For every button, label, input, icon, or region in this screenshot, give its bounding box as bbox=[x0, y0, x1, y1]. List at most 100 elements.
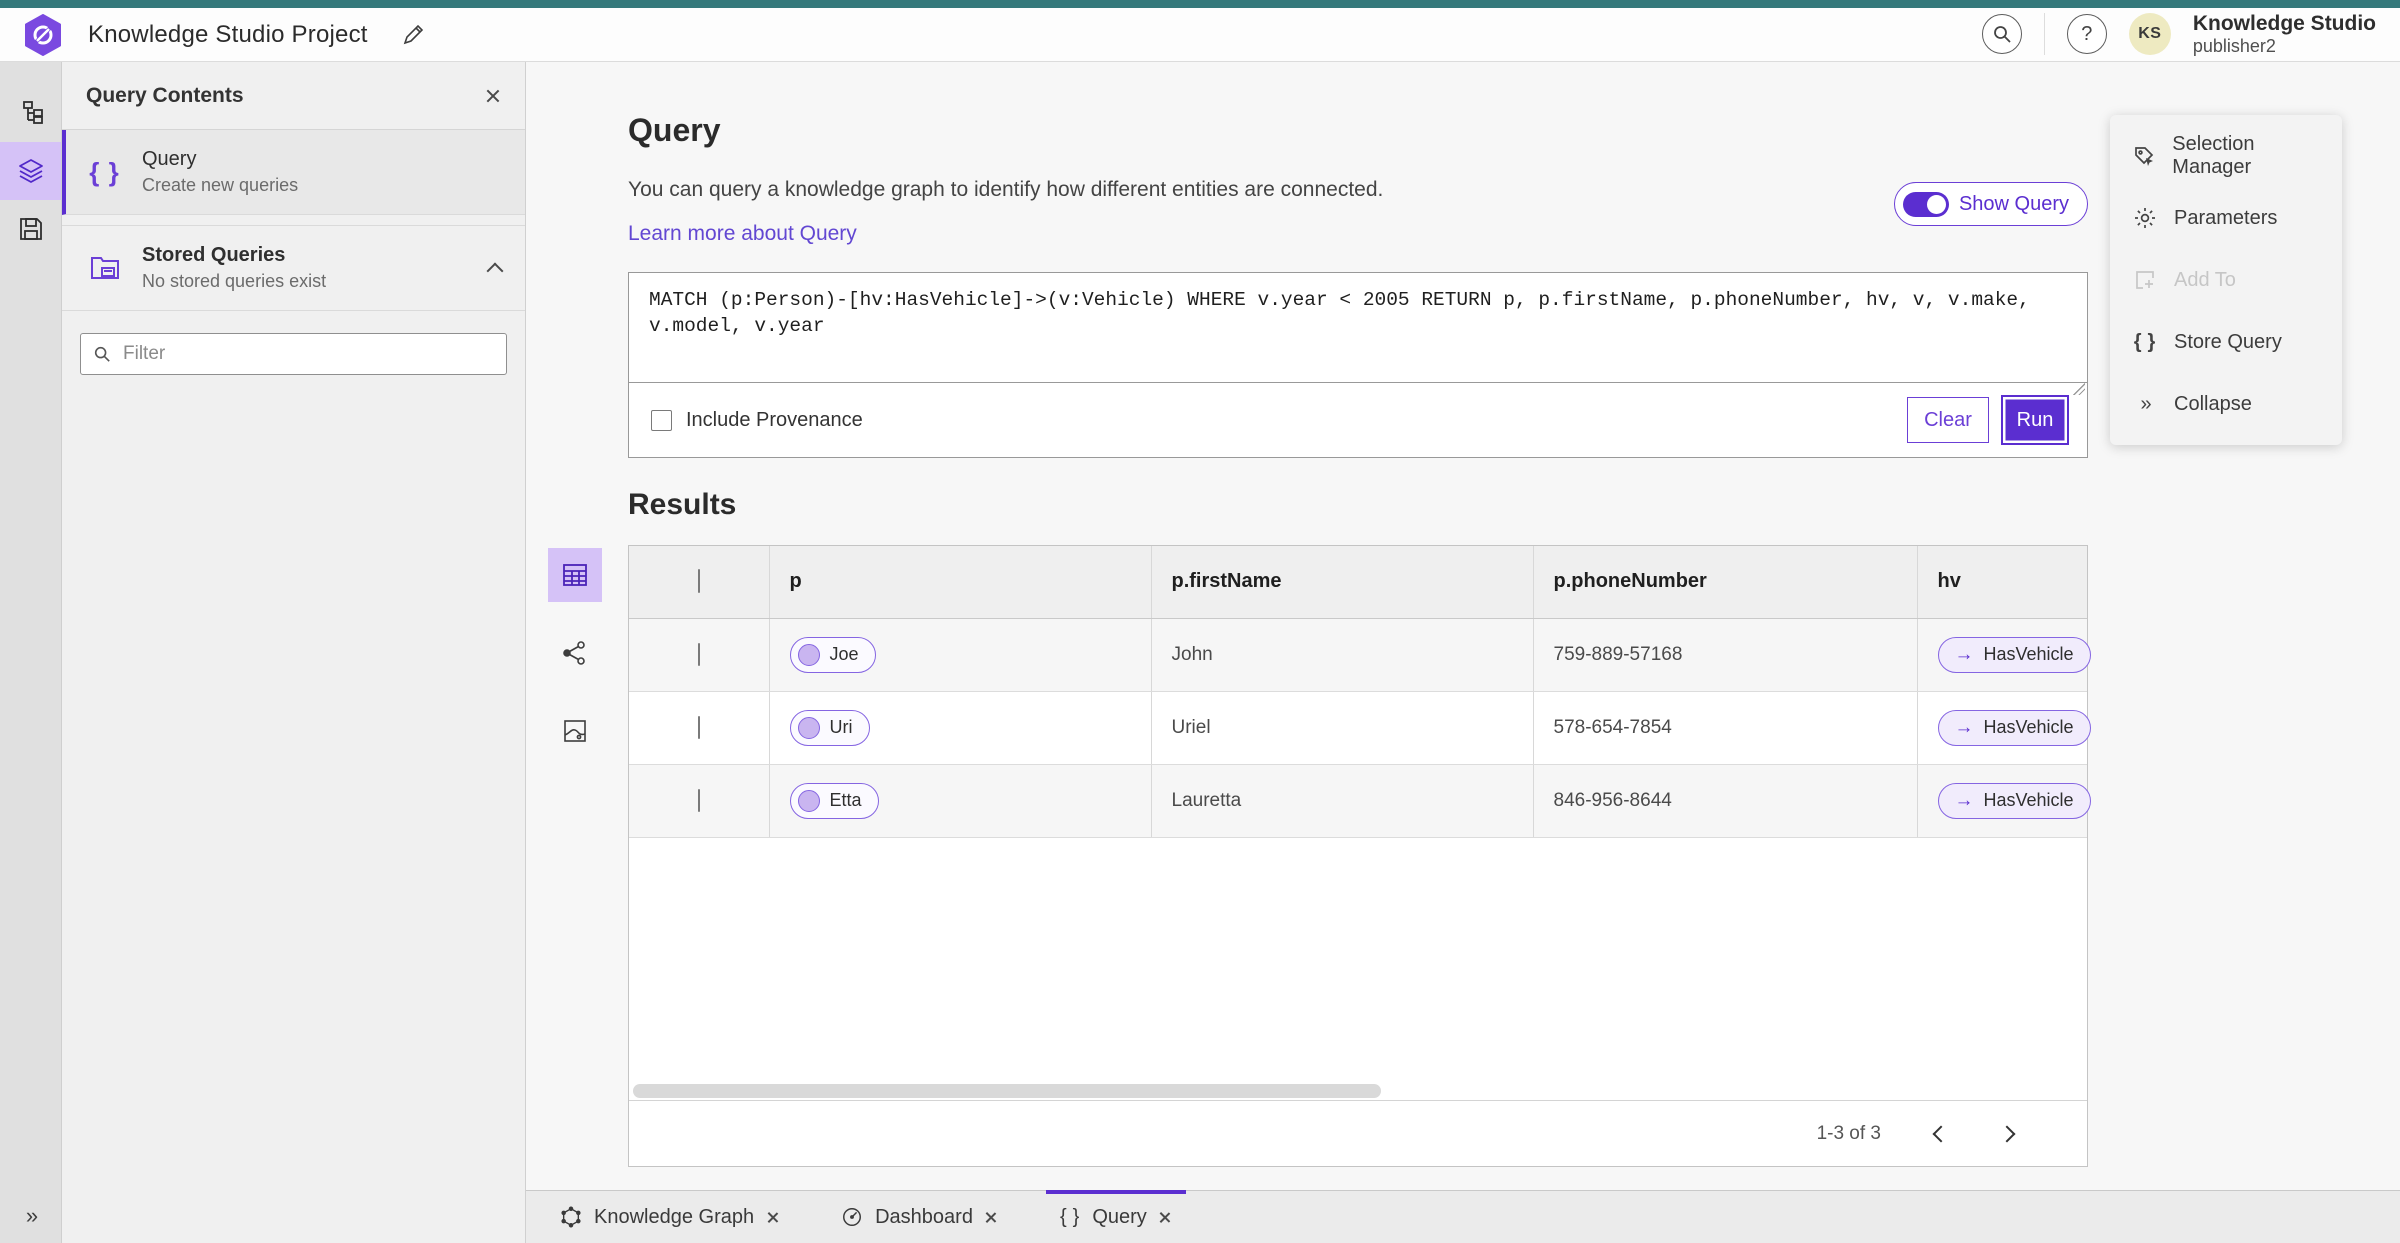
tab-knowledge-graph[interactable]: Knowledge Graph bbox=[552, 1191, 787, 1243]
entity-pill[interactable]: Joe bbox=[789, 636, 876, 673]
query-tools-menu: Selection Manager Parameters Add To {} … bbox=[2110, 115, 2342, 445]
close-panel-icon[interactable] bbox=[485, 88, 501, 104]
run-button[interactable]: Run bbox=[2001, 395, 2069, 445]
rail-expand-button[interactable]: » bbox=[0, 1203, 62, 1229]
folder-icon bbox=[88, 254, 122, 282]
gauge-icon bbox=[841, 1206, 863, 1228]
toggle-on-icon bbox=[1902, 191, 1949, 217]
include-provenance-checkbox[interactable] bbox=[651, 409, 672, 431]
edge-pill[interactable]: → HasVehicle bbox=[1937, 636, 2091, 673]
user-role: publisher2 bbox=[2192, 36, 2276, 57]
query-contents-panel: Query Contents { } Query Create new quer… bbox=[62, 62, 526, 1243]
add-to-icon bbox=[2132, 268, 2158, 292]
panel-item-sublabel: No stored queries exist bbox=[142, 271, 327, 291]
column-header-hv[interactable]: hv bbox=[1917, 546, 2087, 619]
close-tab-icon[interactable] bbox=[1159, 1211, 1172, 1224]
cell-firstname: John bbox=[1151, 618, 1534, 692]
edge-pill[interactable]: → HasVehicle bbox=[1937, 709, 2091, 746]
edit-title-button[interactable] bbox=[398, 20, 428, 50]
add-to-item: Add To bbox=[2110, 249, 2342, 311]
tool-label: Selection Manager bbox=[2172, 133, 2255, 178]
tab-dashboard[interactable]: Dashboard bbox=[833, 1191, 1006, 1243]
learn-more-link[interactable]: Learn more about Query bbox=[628, 222, 857, 246]
results-table-card: p p.firstName p.phoneNumber hv Joe John … bbox=[628, 545, 2091, 1167]
panel-item-label: Stored Queries bbox=[142, 244, 286, 266]
column-header-p[interactable]: p bbox=[769, 546, 1152, 619]
filter-input[interactable] bbox=[123, 343, 494, 365]
braces-icon: { } bbox=[1059, 1205, 1081, 1228]
org-chart-icon bbox=[18, 100, 44, 126]
query-textarea[interactable]: MATCH (p:Person)-[hv:HasVehicle]->(v:Veh… bbox=[629, 273, 2087, 383]
table-pagination: 1-3 of 3 bbox=[629, 1100, 2087, 1166]
help-button[interactable]: ? bbox=[2066, 14, 2107, 55]
tab-query[interactable]: { } Query bbox=[1045, 1190, 1186, 1243]
row-checkbox[interactable] bbox=[697, 642, 700, 666]
header-divider bbox=[2043, 13, 2045, 56]
show-query-label: Show Query bbox=[1958, 192, 2069, 215]
node-icon bbox=[797, 643, 820, 666]
layers-icon bbox=[17, 157, 45, 185]
filter-field[interactable] bbox=[80, 333, 507, 375]
cell-firstname: Lauretta bbox=[1151, 764, 1534, 838]
avatar[interactable]: KS bbox=[2128, 13, 2171, 56]
previous-page-icon[interactable] bbox=[1932, 1125, 1950, 1142]
braces-icon: { } bbox=[2133, 330, 2157, 353]
cell-phonenumber: 759-889-57168 bbox=[1533, 618, 1918, 692]
close-tab-icon[interactable] bbox=[985, 1211, 998, 1224]
resize-grip-icon[interactable] bbox=[2073, 383, 2085, 395]
results-view-switcher bbox=[548, 548, 602, 782]
network-icon bbox=[562, 640, 588, 666]
rail-save-button[interactable] bbox=[0, 200, 61, 258]
edge-pill[interactable]: → HasVehicle bbox=[1937, 782, 2091, 819]
panel-item-stored-queries[interactable]: Stored Queries No stored queries exist bbox=[62, 225, 525, 311]
app-logo[interactable] bbox=[24, 13, 62, 56]
clear-button[interactable]: Clear bbox=[1907, 397, 1989, 443]
table-header-row: p p.firstName p.phoneNumber hv bbox=[629, 546, 2087, 619]
scrollbar-thumb[interactable] bbox=[633, 1084, 1381, 1098]
row-checkbox[interactable] bbox=[697, 788, 700, 812]
panel-title: Query Contents bbox=[86, 83, 244, 107]
tab-label: Query bbox=[1092, 1205, 1147, 1228]
left-rail: » bbox=[0, 62, 62, 1243]
rail-schema-button[interactable] bbox=[0, 84, 61, 142]
close-tab-icon[interactable] bbox=[766, 1211, 779, 1224]
tab-label: Dashboard bbox=[875, 1205, 973, 1228]
page-title: Query bbox=[628, 112, 721, 148]
table-view-button[interactable] bbox=[548, 548, 602, 602]
tab-label: Knowledge Graph bbox=[594, 1205, 755, 1228]
save-icon bbox=[18, 216, 44, 242]
entity-pill[interactable]: Etta bbox=[789, 782, 879, 819]
store-query-item[interactable]: { } Store Query bbox=[2110, 311, 2342, 373]
bottom-tabbar: Knowledge Graph Dashboard { } Query bbox=[526, 1190, 2400, 1243]
table-icon bbox=[561, 561, 589, 589]
top-accent-strip bbox=[0, 0, 2400, 8]
table-row: Joe John 759-889-57168 → HasVehicle bbox=[629, 618, 2091, 692]
graph-view-button[interactable] bbox=[548, 626, 602, 680]
show-query-toggle-button[interactable]: Show Query bbox=[1893, 182, 2088, 226]
user-info[interactable]: Knowledge Studio publisher2 bbox=[2193, 12, 2376, 57]
parameters-item[interactable]: Parameters bbox=[2110, 187, 2342, 249]
row-checkbox[interactable] bbox=[697, 715, 700, 739]
tool-label: Add To bbox=[2174, 268, 2236, 291]
table-row: Uri Uriel 578-654-7854 → HasVehicle bbox=[629, 691, 2091, 765]
query-editor-card: MATCH (p:Person)-[hv:HasVehicle]->(v:Veh… bbox=[628, 272, 2088, 458]
braces-icon: { } bbox=[89, 156, 121, 187]
entity-pill[interactable]: Uri bbox=[789, 709, 870, 746]
panel-item-query[interactable]: { } Query Create new queries bbox=[62, 130, 525, 215]
selection-manager-item[interactable]: Selection Manager bbox=[2110, 125, 2342, 187]
next-page-icon[interactable] bbox=[1998, 1125, 2016, 1142]
panel-item-sublabel: Create new queries bbox=[142, 175, 299, 195]
tag-cursor-icon bbox=[2132, 144, 2156, 168]
map-view-button[interactable] bbox=[548, 704, 602, 758]
column-header-phonenumber[interactable]: p.phoneNumber bbox=[1533, 546, 1918, 619]
main-content: Query You can query a knowledge graph to… bbox=[526, 62, 2400, 1243]
collapse-item[interactable]: » Collapse bbox=[2110, 373, 2342, 435]
horizontal-scrollbar[interactable] bbox=[633, 1084, 2085, 1098]
select-all-checkbox[interactable] bbox=[697, 569, 700, 594]
rail-layers-button[interactable] bbox=[0, 142, 61, 200]
column-header-firstname[interactable]: p.firstName bbox=[1151, 546, 1534, 619]
cell-phonenumber: 578-654-7854 bbox=[1533, 691, 1918, 765]
chevron-up-icon[interactable] bbox=[486, 262, 504, 280]
search-button[interactable] bbox=[1981, 14, 2022, 55]
results-table: p p.firstName p.phoneNumber hv Joe John … bbox=[629, 546, 2091, 838]
